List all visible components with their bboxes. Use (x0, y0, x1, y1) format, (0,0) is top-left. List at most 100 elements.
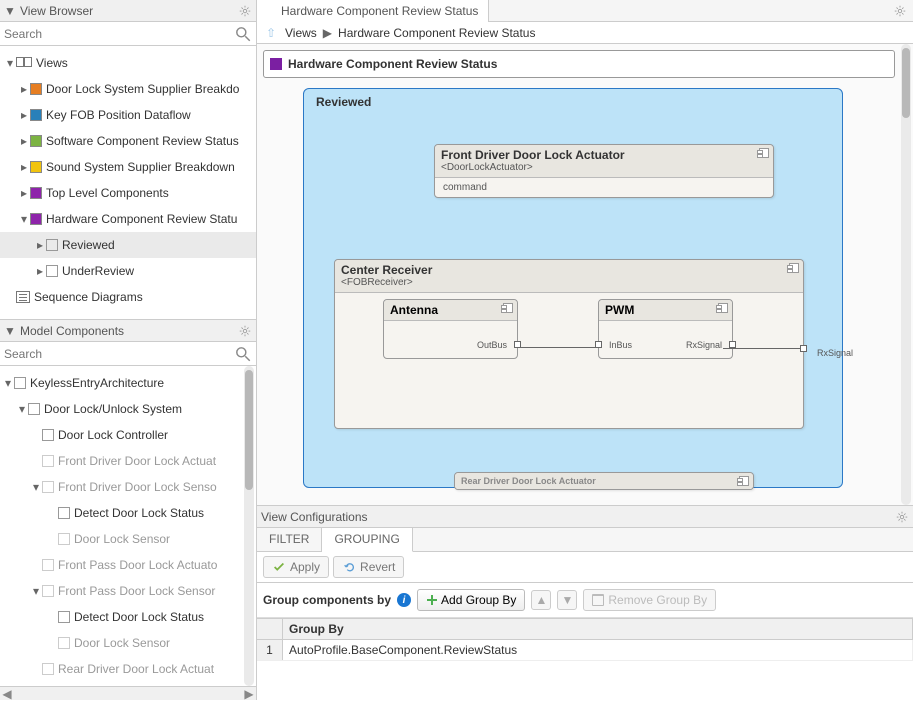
component-stereotype: <FOBReceiver> (341, 277, 797, 289)
component-center-receiver[interactable]: Center Receiver <FOBReceiver> Antenna Ou… (334, 259, 804, 429)
diagram-title: Hardware Component Review Status (288, 57, 497, 71)
diagram-title-box: Hardware Component Review Status (263, 50, 895, 78)
port-label: InBus (609, 340, 632, 350)
nested-component-pwm[interactable]: PWM InBus RxSignal (598, 299, 733, 359)
tree-item[interactable]: ▾Door Lock/Unlock System (0, 396, 256, 422)
reviewed-group-box[interactable]: Reviewed Front Driver Door Lock Actuator… (303, 88, 843, 488)
component-actuator[interactable]: Front Driver Door Lock Actuator <DoorLoc… (434, 144, 774, 198)
table-row[interactable]: 1 AutoProfile.BaseComponent.ReviewStatus (257, 640, 913, 661)
view-item[interactable]: ▸Top Level Components (0, 180, 256, 206)
port-icon[interactable] (800, 345, 807, 352)
tree-item[interactable]: ▾Front Driver Door Lock Senso (0, 474, 256, 500)
color-swatch-icon (30, 135, 42, 147)
tree-item[interactable]: Detect Door Lock Status (0, 500, 256, 526)
component-icon (503, 303, 513, 313)
scroll-left-icon[interactable]: ◀ (0, 687, 14, 701)
search-input[interactable] (4, 24, 234, 44)
sequence-diagrams-node[interactable]: Sequence Diagrams (0, 284, 256, 310)
group-label: Reviewed (316, 95, 371, 109)
horizontal-scrollbar[interactable]: ◀ ▶ (0, 686, 256, 700)
view-configurations-panel: View Configurations FILTER GROUPING Appl… (257, 505, 913, 700)
model-root-node[interactable]: ▾KeylessEntryArchitecture (0, 370, 256, 396)
connector-line (518, 347, 598, 348)
gear-icon[interactable] (238, 4, 252, 18)
color-swatch-icon (30, 109, 42, 121)
tree-item[interactable]: Detect Door Lock Status (0, 604, 256, 630)
view-item[interactable]: ▸Software Component Review Status (0, 128, 256, 154)
view-config-title: View Configurations (261, 510, 891, 524)
tree-item[interactable]: Front Driver Door Lock Actuat (0, 448, 256, 474)
scroll-right-icon[interactable]: ▶ (242, 687, 256, 701)
model-components-title: Model Components (20, 324, 234, 338)
scrollbar-vertical[interactable] (901, 44, 911, 505)
tab-filter[interactable]: FILTER (257, 528, 322, 551)
view-sub-reviewed[interactable]: ▸Reviewed (0, 232, 256, 258)
plus-icon (426, 594, 438, 606)
breadcrumb-item[interactable]: Views (285, 26, 317, 40)
info-icon[interactable]: i (397, 593, 411, 607)
views-root-node[interactable]: ▾ Views (0, 50, 256, 76)
component-icon (58, 611, 70, 623)
view-config-actions: Apply Revert (257, 552, 913, 583)
remove-group-by-button[interactable]: Remove Group By (583, 589, 716, 611)
nav-up-icon[interactable]: ⇧ (263, 25, 279, 41)
gear-icon[interactable] (893, 4, 907, 18)
gear-icon[interactable] (238, 324, 252, 338)
model-components-header: ▼ Model Components (0, 320, 256, 342)
views-icon (16, 57, 32, 69)
row-number: 1 (257, 640, 283, 660)
tree-item[interactable]: ▾Front Pass Door Lock Sensor (0, 578, 256, 604)
move-up-button[interactable]: ▲ (531, 590, 551, 610)
breadcrumb-item[interactable]: Hardware Component Review Status (338, 26, 535, 40)
view-item[interactable]: ▸Door Lock System Supplier Breakdo (0, 76, 256, 102)
view-item-current[interactable]: ▾Hardware Component Review Statu (0, 206, 256, 232)
color-swatch-icon (30, 83, 42, 95)
component-icon (28, 403, 40, 415)
collapse-caret-icon[interactable]: ▼ (4, 4, 16, 18)
tab-grouping[interactable]: GROUPING (322, 528, 412, 552)
search-icon[interactable] (234, 25, 252, 43)
connector-line (723, 348, 807, 349)
revert-icon (342, 560, 356, 574)
component-name: Rear Driver Door Lock Actuator (461, 476, 747, 487)
component-name: Front Driver Door Lock Actuator (441, 148, 767, 162)
tree-item[interactable]: Door Lock Controller (0, 422, 256, 448)
component-icon (739, 476, 749, 486)
tab-label: Hardware Component Review Status (281, 4, 478, 18)
table-header-row: Group By (257, 619, 913, 640)
scrollbar-vertical[interactable] (244, 366, 254, 686)
model-components-tree: ▾KeylessEntryArchitecture ▾Door Lock/Unl… (0, 366, 256, 686)
component-name: Antenna (384, 300, 517, 321)
view-item[interactable]: ▸Key FOB Position Dataflow (0, 102, 256, 128)
group-by-row: Group components by i Add Group By ▲ ▼ R… (257, 583, 913, 618)
component-icon (789, 263, 799, 273)
trash-icon (592, 594, 604, 606)
view-browser-search (0, 22, 256, 46)
editor-tab[interactable]: Hardware Component Review Status (257, 0, 489, 22)
view-browser-tree: ▾ Views ▸Door Lock System Supplier Break… (0, 46, 256, 319)
search-input[interactable] (4, 344, 234, 364)
move-down-button[interactable]: ▼ (557, 590, 577, 610)
component-icon (42, 585, 54, 597)
revert-button[interactable]: Revert (333, 556, 404, 578)
tree-item[interactable]: Door Lock Sensor (0, 526, 256, 552)
tree-item[interactable]: Rear Driver Door Lock Actuat (0, 656, 256, 682)
component-icon (42, 663, 54, 675)
breadcrumb: ⇧ Views ▶ Hardware Component Review Stat… (257, 22, 913, 44)
view-item[interactable]: ▸Sound System Supplier Breakdown (0, 154, 256, 180)
group-by-value[interactable]: AutoProfile.BaseComponent.ReviewStatus (283, 640, 913, 660)
apply-button[interactable]: Apply (263, 556, 329, 578)
port-label: RxSignal (817, 348, 853, 358)
collapse-caret-icon[interactable]: ▼ (4, 324, 16, 338)
search-icon[interactable] (234, 345, 252, 363)
tree-item[interactable]: Door Lock Sensor (0, 630, 256, 656)
port-icon[interactable] (595, 341, 602, 348)
nested-component-antenna[interactable]: Antenna OutBus (383, 299, 518, 359)
diagram-canvas[interactable]: Hardware Component Review Status Reviewe… (257, 44, 913, 505)
view-sub-underreview[interactable]: ▸UnderReview (0, 258, 256, 284)
add-group-by-button[interactable]: Add Group By (417, 589, 525, 611)
gear-icon[interactable] (895, 510, 909, 524)
chevron-right-icon: ▶ (323, 26, 332, 40)
component-actuator-rear[interactable]: Rear Driver Door Lock Actuator (454, 472, 754, 490)
tree-item[interactable]: Front Pass Door Lock Actuato (0, 552, 256, 578)
